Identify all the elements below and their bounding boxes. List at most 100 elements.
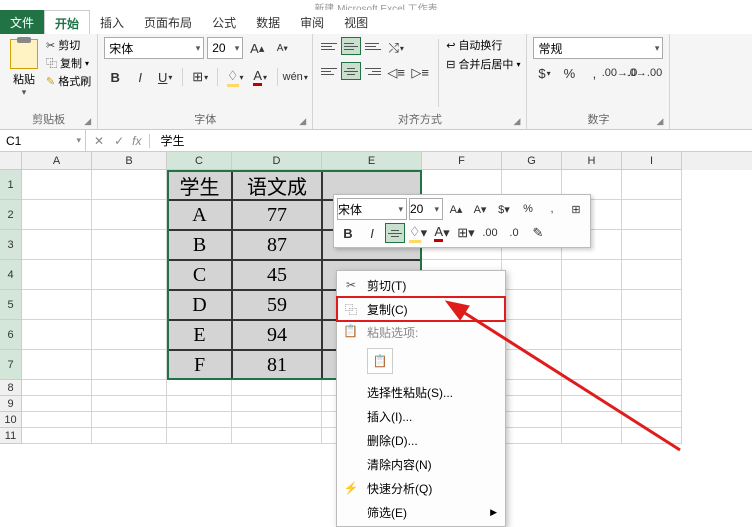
mini-currency[interactable]: $▾: [493, 198, 515, 220]
cell[interactable]: [92, 230, 167, 260]
cell[interactable]: [167, 380, 232, 396]
italic-button[interactable]: I: [129, 66, 151, 88]
column-header[interactable]: B: [92, 152, 167, 170]
decrease-decimal-button[interactable]: .0→.00: [633, 62, 655, 84]
mini-percent[interactable]: %: [517, 198, 539, 220]
percent-button[interactable]: %: [558, 62, 580, 84]
cell[interactable]: [622, 260, 682, 290]
increase-indent-button[interactable]: ▷≡: [409, 62, 431, 84]
column-header[interactable]: A: [22, 152, 92, 170]
row-header[interactable]: 6: [0, 320, 22, 350]
bold-button[interactable]: B: [104, 66, 126, 88]
cell[interactable]: 81: [232, 350, 322, 380]
cell[interactable]: [562, 290, 622, 320]
row-header[interactable]: 2: [0, 200, 22, 230]
cell[interactable]: [92, 200, 167, 230]
wrap-text-button[interactable]: ↩自动换行: [446, 37, 520, 53]
cell[interactable]: [232, 428, 322, 444]
cell[interactable]: [562, 260, 622, 290]
cell[interactable]: [22, 200, 92, 230]
ctx-insert[interactable]: 插入(I)...: [337, 404, 505, 428]
mini-font-combo[interactable]: 宋体▾: [337, 198, 407, 220]
mini-align-center[interactable]: [385, 223, 405, 243]
cell[interactable]: 59: [232, 290, 322, 320]
cell[interactable]: [502, 396, 562, 412]
cell[interactable]: [622, 170, 682, 200]
ctx-copy[interactable]: ⿻复制(C): [337, 297, 505, 321]
enter-formula-button[interactable]: ✓: [114, 134, 124, 148]
cell[interactable]: [167, 412, 232, 428]
cell[interactable]: [502, 260, 562, 290]
cell[interactable]: [232, 396, 322, 412]
cell[interactable]: [502, 412, 562, 428]
mini-inc-decimal[interactable]: .00: [479, 222, 501, 244]
cell[interactable]: [622, 412, 682, 428]
ctx-quick-analysis[interactable]: ⚡快速分析(Q): [337, 476, 505, 500]
column-header[interactable]: F: [422, 152, 502, 170]
tab-data[interactable]: 数据: [246, 10, 290, 34]
ctx-clear[interactable]: 清除内容(N): [337, 452, 505, 476]
number-format-combo[interactable]: 常规▾: [533, 37, 663, 59]
align-middle-button[interactable]: [341, 37, 361, 55]
mini-comma[interactable]: ,: [541, 198, 563, 220]
format-painter-button[interactable]: ✎格式刷: [46, 73, 91, 89]
currency-button[interactable]: $▾: [533, 62, 555, 84]
mini-size-combo[interactable]: 20▾: [409, 198, 443, 220]
mini-decrease-font[interactable]: A▾: [469, 198, 491, 220]
cell[interactable]: [92, 170, 167, 200]
cell[interactable]: F: [167, 350, 232, 380]
cell[interactable]: B: [167, 230, 232, 260]
cell[interactable]: [622, 230, 682, 260]
row-header[interactable]: 1: [0, 170, 22, 200]
orientation-button[interactable]: ⤭▾: [385, 37, 407, 59]
cell[interactable]: D: [167, 290, 232, 320]
column-header[interactable]: E: [322, 152, 422, 170]
mini-border[interactable]: ⊞▾: [455, 222, 477, 244]
cell[interactable]: [22, 396, 92, 412]
cell[interactable]: [562, 320, 622, 350]
formula-input[interactable]: 学生: [150, 132, 752, 149]
cell[interactable]: [562, 428, 622, 444]
cell[interactable]: [92, 320, 167, 350]
cell[interactable]: [167, 396, 232, 412]
tab-formulas[interactable]: 公式: [202, 10, 246, 34]
cell[interactable]: [22, 260, 92, 290]
fill-color-button[interactable]: ♢▾: [224, 66, 246, 88]
row-header[interactable]: 10: [0, 412, 22, 428]
cell[interactable]: 77: [232, 200, 322, 230]
cell[interactable]: [167, 428, 232, 444]
align-bottom-button[interactable]: [363, 37, 383, 55]
column-header[interactable]: C: [167, 152, 232, 170]
name-box[interactable]: C1▾: [0, 130, 86, 151]
row-header[interactable]: 5: [0, 290, 22, 320]
decrease-font-button[interactable]: A▾: [271, 37, 293, 59]
mini-styles[interactable]: ⊞: [565, 198, 587, 220]
align-center-button[interactable]: [341, 62, 361, 80]
tab-home[interactable]: 开始: [44, 10, 90, 34]
cell[interactable]: [562, 350, 622, 380]
cell[interactable]: [622, 200, 682, 230]
cell[interactable]: [22, 412, 92, 428]
cell[interactable]: [22, 290, 92, 320]
cancel-formula-button[interactable]: ✕: [94, 134, 104, 148]
cell[interactable]: [622, 350, 682, 380]
tab-file[interactable]: 文件: [0, 10, 44, 34]
cut-button[interactable]: ✂剪切: [46, 37, 91, 53]
column-header[interactable]: I: [622, 152, 682, 170]
cell[interactable]: [232, 380, 322, 396]
cell[interactable]: [92, 260, 167, 290]
mini-format-painter[interactable]: ✎: [527, 222, 549, 244]
paste-default-button[interactable]: 📋: [367, 348, 393, 374]
cell[interactable]: [22, 380, 92, 396]
font-color-button[interactable]: A▾: [249, 66, 271, 88]
cell[interactable]: C: [167, 260, 232, 290]
cell[interactable]: [502, 350, 562, 380]
cell[interactable]: [562, 380, 622, 396]
cell[interactable]: [92, 412, 167, 428]
cell[interactable]: [232, 412, 322, 428]
cell[interactable]: 学生: [167, 170, 232, 200]
row-header[interactable]: 3: [0, 230, 22, 260]
tab-view[interactable]: 视图: [334, 10, 378, 34]
decrease-indent-button[interactable]: ◁≡: [385, 62, 407, 84]
mini-fill-color[interactable]: ♢▾: [407, 222, 429, 244]
